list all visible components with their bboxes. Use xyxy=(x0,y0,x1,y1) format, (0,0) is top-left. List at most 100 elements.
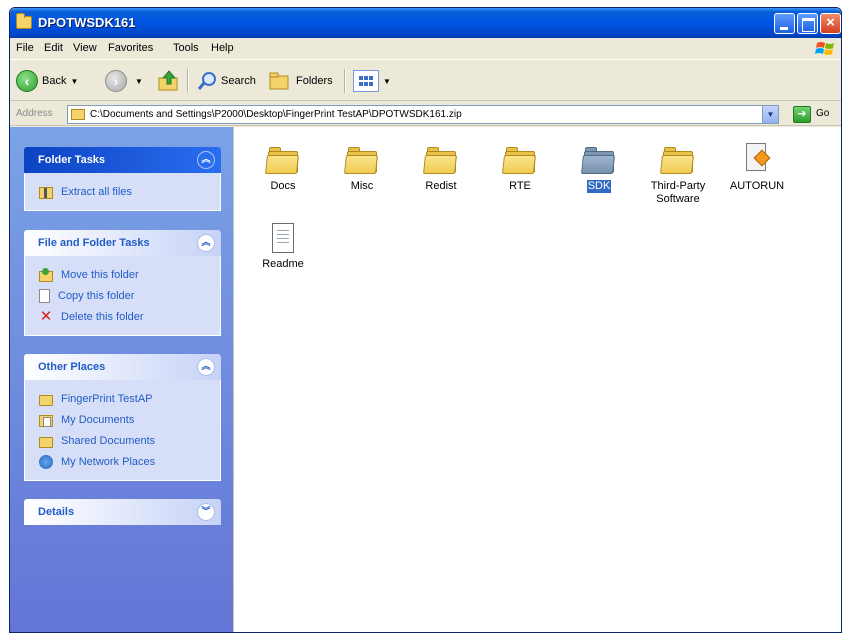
details-panel: Details ︾ xyxy=(24,499,221,525)
place-label: FingerPrint TestAP xyxy=(61,392,153,405)
close-button[interactable]: × xyxy=(820,13,841,34)
toolbar-separator xyxy=(344,69,345,93)
task-copy-folder[interactable]: Copy this folder xyxy=(39,285,220,306)
folder-icon xyxy=(423,145,458,175)
go-label[interactable]: Go xyxy=(816,108,829,119)
forward-button[interactable]: › ▼ xyxy=(105,69,143,93)
folder-icon xyxy=(660,145,695,175)
file-item-sdk[interactable]: SDK xyxy=(559,145,639,193)
back-arrow-icon: ‹ xyxy=(16,70,38,92)
address-bar: Address C:\Documents and Settings\P2000\… xyxy=(10,102,841,126)
file-folder-tasks-header[interactable]: File and Folder Tasks ︽ xyxy=(24,230,221,256)
chevron-down-icon[interactable]: ︾ xyxy=(197,503,215,521)
search-icon xyxy=(197,72,216,90)
address-input[interactable]: C:\Documents and Settings\P2000\Desktop\… xyxy=(67,105,779,124)
file-label: Redist xyxy=(425,180,457,192)
place-my-documents[interactable]: My Documents xyxy=(39,409,220,430)
folder-icon xyxy=(581,145,616,175)
menu-tools[interactable]: Tools xyxy=(173,42,199,54)
menu-help[interactable]: Help xyxy=(211,42,234,54)
folders-button[interactable]: Folders xyxy=(268,69,333,93)
text-document-icon xyxy=(272,223,294,253)
panel-title: Folder Tasks xyxy=(38,154,106,166)
chevron-down-icon[interactable]: ▼ xyxy=(70,77,78,86)
place-fingerprint-testap[interactable]: FingerPrint TestAP xyxy=(39,388,220,409)
window-title: DPOTWSDK161 xyxy=(38,15,136,30)
folder-tasks-panel: Folder Tasks ︽ Extract all files xyxy=(24,147,221,211)
place-shared-documents[interactable]: Shared Documents xyxy=(39,430,220,451)
title-bar[interactable]: DPOTWSDK161 × xyxy=(10,8,841,38)
place-label: Shared Documents xyxy=(61,434,156,447)
folder-tasks-header[interactable]: Folder Tasks ︽ xyxy=(24,147,221,173)
copy-icon xyxy=(39,288,50,303)
chevron-down-icon[interactable]: ▼ xyxy=(135,77,143,86)
file-item-rte[interactable]: RTE xyxy=(480,145,560,193)
task-extract-all[interactable]: Extract all files xyxy=(39,181,220,202)
task-label: Copy this folder xyxy=(58,289,135,302)
file-folder-tasks-panel: File and Folder Tasks ︽ Move this folder… xyxy=(24,230,221,336)
file-label: AUTORUN xyxy=(729,180,785,192)
chevron-up-icon[interactable]: ︽ xyxy=(197,234,215,252)
details-header[interactable]: Details ︾ xyxy=(24,499,221,525)
delete-icon: ✕ xyxy=(39,307,53,325)
task-delete-folder[interactable]: ✕ Delete this folder xyxy=(39,306,220,327)
views-button[interactable]: ▼ xyxy=(353,69,391,93)
menu-view[interactable]: View xyxy=(73,42,97,54)
chevron-down-icon[interactable]: ▼ xyxy=(762,106,778,123)
toolbar-separator xyxy=(187,69,188,93)
file-item-readme[interactable]: Readme xyxy=(243,223,323,271)
place-label: My Documents xyxy=(61,413,135,426)
zip-folder-icon xyxy=(71,109,85,120)
panel-body: Move this folder Copy this folder ✕ Dele… xyxy=(24,256,221,336)
folders-icon xyxy=(269,72,289,90)
place-my-network-places[interactable]: My Network Places xyxy=(39,451,220,472)
file-label: SDK xyxy=(586,180,612,193)
minimize-button[interactable] xyxy=(774,13,795,34)
folder-icon xyxy=(39,394,53,406)
autorun-icon xyxy=(744,143,771,175)
file-label: Third-Party Software xyxy=(650,180,706,205)
file-item-redist[interactable]: Redist xyxy=(401,145,481,193)
file-view: Docs Misc Redist RTE SDK Third-Party Sof… xyxy=(233,127,841,632)
file-label: Misc xyxy=(350,180,374,192)
menu-edit[interactable]: Edit xyxy=(44,42,63,54)
search-button[interactable]: Search xyxy=(196,69,256,93)
menu-file[interactable]: File xyxy=(16,42,34,54)
folder-icon xyxy=(16,13,32,29)
my-documents-icon xyxy=(39,414,53,427)
maximize-button[interactable] xyxy=(797,13,818,34)
search-label: Search xyxy=(221,75,256,87)
file-item-docs[interactable]: Docs xyxy=(243,145,323,193)
back-label: Back xyxy=(42,75,67,87)
up-folder-icon xyxy=(158,70,178,91)
forward-arrow-icon: › xyxy=(105,70,127,92)
panel-body: Extract all files xyxy=(24,173,221,211)
file-item-autorun[interactable]: AUTORUN xyxy=(717,143,797,193)
move-folder-icon xyxy=(39,267,53,282)
folder-icon xyxy=(265,145,300,175)
other-places-header[interactable]: Other Places ︽ xyxy=(24,354,221,380)
task-move-folder[interactable]: Move this folder xyxy=(39,264,220,285)
folders-label: Folders xyxy=(296,75,333,87)
file-item-misc[interactable]: Misc xyxy=(322,145,402,193)
chevron-up-icon[interactable]: ︽ xyxy=(197,358,215,376)
file-label: Readme xyxy=(262,258,304,270)
menu-favorites[interactable]: Favorites xyxy=(108,42,153,54)
folder-icon xyxy=(344,145,379,175)
panel-body: FingerPrint TestAP My Documents Shared D… xyxy=(24,380,221,481)
task-label: Delete this folder xyxy=(61,310,144,323)
chevron-down-icon[interactable]: ▼ xyxy=(383,77,391,86)
folder-icon xyxy=(502,145,537,175)
address-path: C:\Documents and Settings\P2000\Desktop\… xyxy=(90,109,462,120)
other-places-panel: Other Places ︽ FingerPrint TestAP My Doc… xyxy=(24,354,221,481)
file-item-third-party-software[interactable]: Third-Party Software xyxy=(638,145,718,206)
back-button[interactable]: ‹ Back ▼ xyxy=(16,69,78,93)
shared-folder-icon xyxy=(39,436,53,448)
chevron-up-icon[interactable]: ︽ xyxy=(197,151,215,169)
task-label: Move this folder xyxy=(61,268,139,281)
go-button[interactable]: ➜ xyxy=(793,106,811,123)
task-label: Extract all files xyxy=(61,185,132,198)
file-label: Docs xyxy=(270,180,296,192)
up-folder-button[interactable] xyxy=(157,69,181,93)
extract-icon xyxy=(39,186,53,199)
